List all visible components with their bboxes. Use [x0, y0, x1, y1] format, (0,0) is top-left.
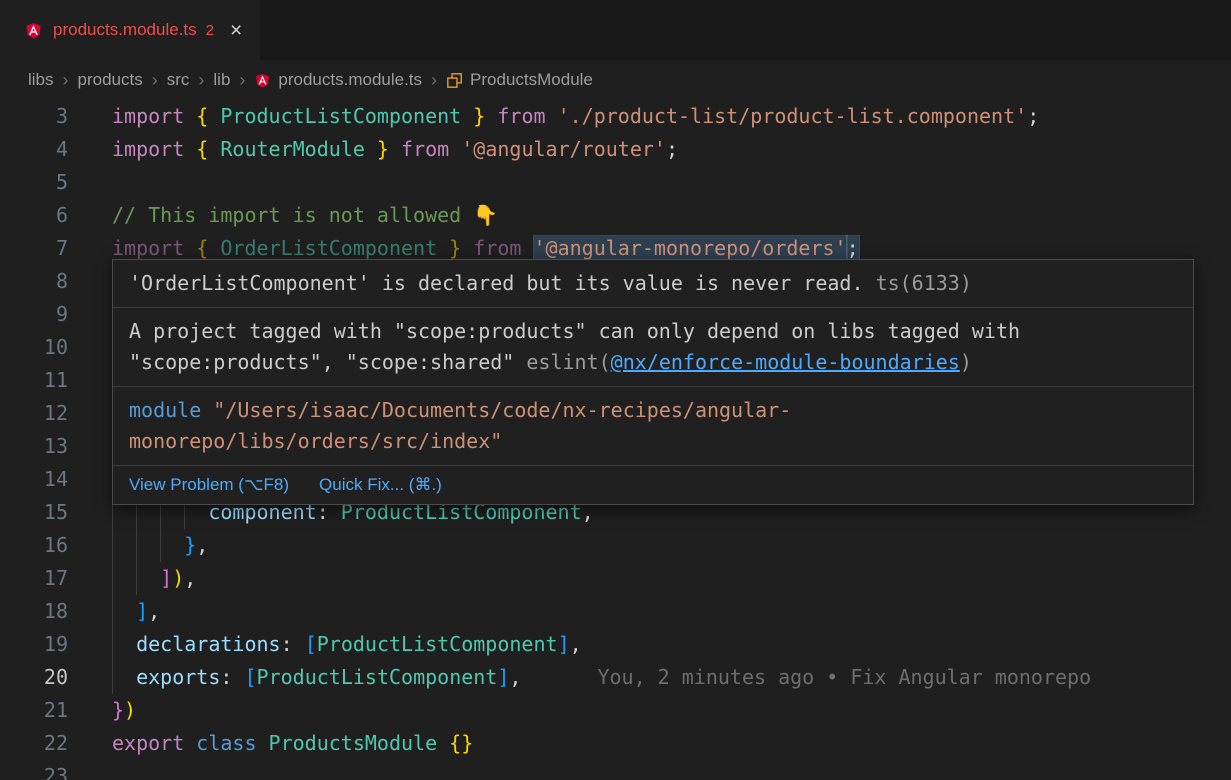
- code-text: export class ProductsModule {}: [68, 727, 1231, 760]
- code-line-22[interactable]: 22export class ProductsModule {}: [0, 727, 1231, 760]
- hover-section-module-info: module "/Users/isaac/Documents/code/nx-r…: [113, 386, 1193, 465]
- breadcrumb-label: lib: [213, 70, 230, 90]
- breadcrumb-item-lib[interactable]: lib: [213, 70, 230, 90]
- indent-guide: [136, 562, 137, 595]
- code-line-4[interactable]: 4import { RouterModule } from '@angular/…: [0, 133, 1231, 166]
- code-text: exports: [ProductListComponent],You, 2 m…: [68, 661, 1231, 694]
- breadcrumb-item-products[interactable]: products: [78, 70, 143, 90]
- eslint-rule-link[interactable]: @nx/enforce-module-boundaries: [611, 350, 960, 374]
- indent-guide: [112, 529, 113, 562]
- tab-bar: products.module.ts 2 ×: [0, 0, 1231, 60]
- code-line-21[interactable]: 21}): [0, 694, 1231, 727]
- code-text: import { RouterModule } from '@angular/r…: [68, 133, 1231, 166]
- line-number: 17: [0, 562, 68, 595]
- indent-guide: [112, 628, 113, 661]
- hover-text-line: "scope:products", "scope:shared" eslint(…: [129, 347, 1177, 378]
- breadcrumb-separator-icon: ›: [63, 70, 69, 91]
- code-line-6[interactable]: 6// This import is not allowed 👇: [0, 199, 1231, 232]
- close-icon[interactable]: ×: [230, 20, 242, 41]
- code-text: ],: [68, 595, 1231, 628]
- symbol-class-icon: [446, 72, 463, 89]
- breadcrumb-label: products: [78, 70, 143, 90]
- hover-section-ts-diagnostic: 'OrderListComponent' is declared but its…: [113, 260, 1193, 307]
- hover-sections: 'OrderListComponent' is declared but its…: [113, 260, 1193, 465]
- line-number: 21: [0, 694, 68, 727]
- code-text: ]),: [68, 562, 1231, 595]
- hover-action-view-problem[interactable]: View Problem (⌥F8): [129, 475, 289, 495]
- code-text: declarations: [ProductListComponent],: [68, 628, 1231, 661]
- line-number: 9: [0, 298, 68, 331]
- angular-icon: [254, 72, 271, 89]
- line-number: 6: [0, 199, 68, 232]
- code-text: import { ProductListComponent } from './…: [68, 100, 1231, 133]
- hover-text-line: monorepo/libs/orders/src/index": [129, 426, 1177, 457]
- hover-text-line: A project tagged with "scope:products" c…: [129, 316, 1177, 347]
- indent-guide: [160, 529, 161, 562]
- hover-section-eslint-diagnostic: A project tagged with "scope:products" c…: [113, 307, 1193, 386]
- line-number: 15: [0, 496, 68, 529]
- line-number: 14: [0, 463, 68, 496]
- code-text: [68, 166, 1231, 199]
- line-number: 7: [0, 232, 68, 265]
- code-line-3[interactable]: 3import { ProductListComponent } from '.…: [0, 100, 1231, 133]
- code-text: [68, 760, 1231, 780]
- code-text: }): [68, 694, 1231, 727]
- breadcrumb-separator-icon: ›: [239, 70, 245, 91]
- breadcrumb-label: libs: [28, 70, 54, 90]
- hover-text-line: 'OrderListComponent' is declared but its…: [129, 268, 1177, 299]
- breadcrumb-separator-icon: ›: [198, 70, 204, 91]
- line-number: 16: [0, 529, 68, 562]
- tab-title: products.module.ts: [53, 20, 197, 40]
- line-number: 23: [0, 760, 68, 780]
- breadcrumb-item-productsmodule[interactable]: ProductsModule: [446, 70, 593, 90]
- code-line-19[interactable]: 19 declarations: [ProductListComponent],: [0, 628, 1231, 661]
- breadcrumb-separator-icon: ›: [152, 70, 158, 91]
- breadcrumb-item-src[interactable]: src: [167, 70, 190, 90]
- line-number: 8: [0, 265, 68, 298]
- tab-products-module[interactable]: products.module.ts 2 ×: [0, 0, 260, 60]
- code-text: // This import is not allowed 👇: [68, 199, 1231, 232]
- editor[interactable]: 3import { ProductListComponent } from '.…: [0, 100, 1231, 780]
- code-line-16[interactable]: 16 },: [0, 529, 1231, 562]
- line-number: 19: [0, 628, 68, 661]
- code-line-20[interactable]: 20 exports: [ProductListComponent],You, …: [0, 661, 1231, 694]
- line-number: 18: [0, 595, 68, 628]
- git-blame-annotation: You, 2 minutes ago • Fix Angular monorep…: [597, 665, 1091, 689]
- indent-guide: [112, 595, 113, 628]
- code-line-5[interactable]: 5: [0, 166, 1231, 199]
- line-number: 12: [0, 397, 68, 430]
- code-line-17[interactable]: 17 ]),: [0, 562, 1231, 595]
- breadcrumb-item-libs[interactable]: libs: [28, 70, 54, 90]
- angular-icon: [24, 21, 43, 40]
- indent-guide: [112, 661, 113, 694]
- breadcrumb: libs › products › src › lib › products.module.ts…: [0, 60, 1231, 100]
- line-number: 4: [0, 133, 68, 166]
- line-number: 13: [0, 430, 68, 463]
- tab-problems-badge: 2: [206, 22, 214, 39]
- line-number: 20: [0, 661, 68, 694]
- breadcrumb-label: products.module.ts: [278, 70, 422, 90]
- code-line-23[interactable]: 23: [0, 760, 1231, 780]
- line-number: 3: [0, 100, 68, 133]
- hover-actions: View Problem (⌥F8) Quick Fix... (⌘.): [113, 465, 1193, 504]
- breadcrumb-label: ProductsModule: [470, 70, 593, 90]
- hover-widget: 'OrderListComponent' is declared but its…: [112, 259, 1194, 505]
- indent-guide: [136, 529, 137, 562]
- hover-text-line: module "/Users/isaac/Documents/code/nx-r…: [129, 395, 1177, 426]
- code-line-18[interactable]: 18 ],: [0, 595, 1231, 628]
- code-text: },: [68, 529, 1231, 562]
- indent-guide: [112, 562, 113, 595]
- breadcrumb-label: src: [167, 70, 190, 90]
- line-number: 10: [0, 331, 68, 364]
- breadcrumb-separator-icon: ›: [431, 70, 437, 91]
- hover-action-quick-fix[interactable]: Quick Fix... (⌘.): [319, 475, 442, 495]
- line-number: 22: [0, 727, 68, 760]
- line-number: 11: [0, 364, 68, 397]
- line-number: 5: [0, 166, 68, 199]
- breadcrumb-item-products-module-ts[interactable]: products.module.ts: [254, 70, 422, 90]
